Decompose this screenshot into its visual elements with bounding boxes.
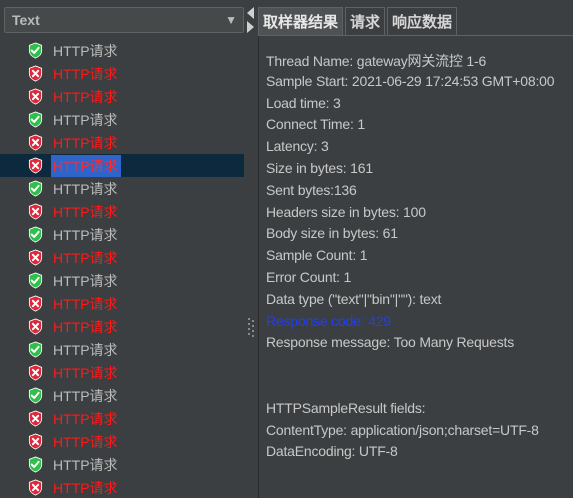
sample-label: HTTP请求 <box>53 65 118 82</box>
success-shield-icon <box>26 42 44 60</box>
sample-tree-item[interactable]: HTTP请求 <box>0 476 244 498</box>
result-line: Sent bytes:136 <box>266 181 357 198</box>
success-shield-icon <box>26 341 44 359</box>
success-shield-icon <box>26 226 44 244</box>
result-line: HTTPSampleResult fields: <box>266 399 426 416</box>
error-shield-icon <box>26 249 44 267</box>
sample-label: HTTP请求 <box>53 272 118 289</box>
result-line: DataEncoding: UTF-8 <box>266 443 398 460</box>
error-shield-icon <box>26 157 44 175</box>
error-shield-icon <box>26 318 44 336</box>
sample-detail-panel: 取样器结果 请求 响应数据 Thread Name: gateway网关流控 1-6… <box>258 0 573 498</box>
sample-tree-item[interactable]: HTTP请求 <box>0 315 244 338</box>
sample-label: HTTP请求 <box>53 226 118 243</box>
error-shield-icon <box>26 479 44 497</box>
result-line: Data type ("text"|"bin"|""): text <box>266 290 442 307</box>
success-shield-icon <box>26 456 44 474</box>
sample-tree-item[interactable]: HTTP请求 <box>0 62 244 85</box>
error-shield-icon <box>26 295 44 313</box>
result-line: ContentType: application/json;charset=UT… <box>266 421 539 438</box>
result-line: Headers size in bytes: 100 <box>266 203 426 220</box>
result-line: Latency: 3 <box>266 138 329 155</box>
sample-label: HTTP请求 <box>53 42 118 59</box>
sample-label: HTTP请求 <box>53 410 118 427</box>
error-shield-icon <box>26 410 44 428</box>
sample-tree-item[interactable]: HTTP请求 <box>0 269 244 292</box>
sample-tree-item[interactable]: HTTP请求 <box>0 85 244 108</box>
collapse-right-icon[interactable] <box>246 20 255 34</box>
error-shield-icon <box>26 134 44 152</box>
sample-label: HTTP请求 <box>51 154 121 177</box>
result-line: Response message: Too Many Requests <box>266 334 514 351</box>
sample-label: HTTP请求 <box>53 88 118 105</box>
sample-label: HTTP请求 <box>53 318 118 335</box>
tab-sampler-result[interactable]: 取样器结果 <box>258 7 344 35</box>
result-line: Size in bytes: 161 <box>266 159 373 176</box>
error-shield-icon <box>26 65 44 83</box>
success-shield-icon <box>26 180 44 198</box>
split-pane-arrows <box>246 6 255 34</box>
sample-label: HTTP请求 <box>53 456 118 473</box>
sample-tree-item[interactable]: HTTP请求 <box>0 338 244 361</box>
sample-label: HTTP请求 <box>53 203 118 220</box>
sample-tree-item[interactable]: HTTP请求 <box>0 200 244 223</box>
sample-tree-item[interactable]: HTTP请求 <box>0 430 244 453</box>
view-results-tree: Text ▼ HTTP请求 HTTP请求 HTTP请求 HTTP请求 HTTP请求 HTT… <box>0 0 573 498</box>
sampler-result-content[interactable]: Thread Name: gateway网关流控 1-6 Sample Start… <box>258 36 573 498</box>
sample-tree-item[interactable]: HTTP请求 <box>0 108 244 131</box>
result-line: Connect Time: 1 <box>266 116 365 133</box>
sample-label: HTTP请求 <box>53 249 118 266</box>
sample-label: HTTP请求 <box>53 111 118 128</box>
error-shield-icon <box>26 364 44 382</box>
error-shield-icon <box>26 88 44 106</box>
drag-grip-icon[interactable] <box>247 316 255 340</box>
result-line: Sample Count: 1 <box>266 247 368 264</box>
sample-tree-item[interactable]: HTTP请求 <box>0 246 244 269</box>
sample-list: HTTP请求 HTTP请求 HTTP请求 HTTP请求 HTTP请求 HTTP请求 HTTP… <box>0 39 244 498</box>
sample-label: HTTP请求 <box>53 180 118 197</box>
sample-tree-item[interactable]: HTTP请求 <box>0 177 244 200</box>
sample-label: HTTP请求 <box>53 295 118 312</box>
success-shield-icon <box>26 272 44 290</box>
result-line: Load time: 3 <box>266 94 341 111</box>
sample-label: HTTP请求 <box>53 387 118 404</box>
result-line: Error Count: 1 <box>266 268 352 285</box>
sample-tree-panel: Text ▼ HTTP请求 HTTP请求 HTTP请求 HTTP请求 HTTP请求 HTT… <box>0 0 244 498</box>
sample-tree-item[interactable]: HTTP请求 <box>0 361 244 384</box>
sample-label: HTTP请求 <box>53 364 118 381</box>
detail-tabs: 取样器结果 请求 响应数据 <box>258 7 459 35</box>
error-shield-icon <box>26 203 44 221</box>
sample-tree-item[interactable]: HTTP请求 <box>0 384 244 407</box>
sample-tree-item[interactable]: HTTP请求 <box>0 453 244 476</box>
tab-response-data[interactable]: 响应数据 <box>387 7 458 35</box>
error-shield-icon <box>26 433 44 451</box>
collapse-left-icon[interactable] <box>246 6 255 20</box>
success-shield-icon <box>26 111 44 129</box>
sample-label: HTTP请求 <box>53 479 118 496</box>
sample-label: HTTP请求 <box>53 341 118 358</box>
sampler-result-lines: Thread Name: gateway网关流控 1-6 Sample Start… <box>266 51 555 465</box>
renderer-select[interactable]: Text ▼ <box>4 7 244 33</box>
sample-tree-item[interactable]: HTTP请求 <box>0 407 244 430</box>
chevron-down-icon: ▼ <box>225 13 237 27</box>
sample-tree-item[interactable]: HTTP请求 <box>0 154 244 177</box>
split-pane-divider[interactable] <box>244 0 258 498</box>
result-line: Thread Name: gateway网关流控 1-6 <box>266 53 487 69</box>
sample-tree-item[interactable]: HTTP请求 <box>0 131 244 154</box>
result-line: Body size in bytes: 61 <box>266 225 398 242</box>
result-line: Sample Start: 2021-06-29 17:24:53 GMT+08… <box>266 72 555 89</box>
tab-request[interactable]: 请求 <box>345 7 386 35</box>
sample-label: HTTP请求 <box>53 134 118 151</box>
sample-label: HTTP请求 <box>53 433 118 450</box>
sample-tree-item[interactable]: HTTP请求 <box>0 39 244 62</box>
sample-tree-item[interactable]: HTTP请求 <box>0 292 244 315</box>
response-code-line: Response code: 429 <box>266 312 391 329</box>
success-shield-icon <box>26 387 44 405</box>
sample-tree-item[interactable]: HTTP请求 <box>0 223 244 246</box>
renderer-select-value: Text <box>12 12 40 28</box>
